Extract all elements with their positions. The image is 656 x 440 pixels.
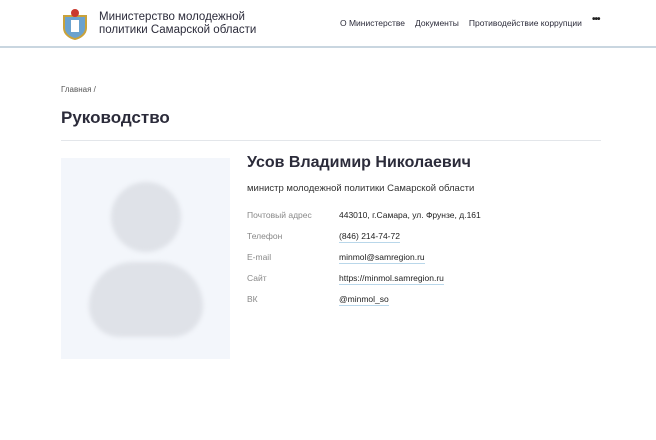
brand-line: политики Самарской области [99, 24, 257, 36]
brand-line: Министерство молодежной [99, 11, 245, 23]
nav-anticorruption[interactable]: Противодействие коррупции [469, 18, 582, 28]
divider [61, 140, 601, 141]
phone-link[interactable]: (846) 214-74-72 [339, 231, 400, 243]
contact-label: Сайт [247, 273, 267, 283]
contact-label: Телефон [247, 231, 283, 241]
more-menu-icon[interactable]: ••• [592, 14, 600, 25]
site-header: Министерство молодежной политики Самарско… [0, 0, 656, 48]
contact-value: 443010, г.Самара, ул. Фрунзе, д.161 [339, 210, 481, 220]
contact-label: ВК [247, 294, 258, 304]
page-title: Руководство [61, 108, 170, 127]
nav-documents[interactable]: Документы [415, 18, 459, 28]
nav-about[interactable]: О Министерстве [340, 18, 405, 28]
person-position: министр молодежной политики Самарской об… [247, 183, 475, 194]
email-link[interactable]: minmol@samregion.ru [339, 252, 425, 264]
site-brand[interactable]: Министерство молодежной политики Самарско… [99, 11, 256, 37]
main-nav: О Министерстве Документы Противодействие… [340, 18, 582, 28]
contact-label: Почтовый адрес [247, 210, 312, 220]
avatar-placeholder [61, 158, 230, 359]
vk-link[interactable]: @minmol_so [339, 294, 389, 306]
breadcrumb-home[interactable]: Главная / [61, 85, 96, 94]
person-name: Усов Владимир Николаевич [247, 154, 471, 171]
site-link[interactable]: https://minmol.samregion.ru [339, 273, 444, 285]
coat-of-arms-logo[interactable] [60, 8, 90, 40]
contact-label: E-mail [247, 252, 272, 262]
